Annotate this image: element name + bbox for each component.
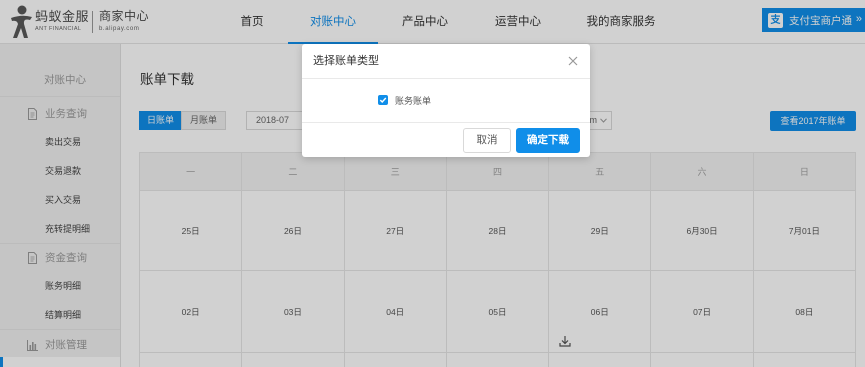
- bill-type-checkbox[interactable]: [378, 95, 388, 105]
- confirm-download-button[interactable]: 确定下载: [516, 128, 580, 153]
- dialog-title: 选择账单类型: [313, 55, 379, 67]
- select-bill-type-dialog: 选择账单类型 账务账单 取消 确定下载: [302, 44, 590, 157]
- dialog-divider: [302, 122, 590, 123]
- close-icon[interactable]: [568, 56, 578, 66]
- dialog-divider: [302, 78, 590, 79]
- check-icon: [379, 97, 387, 104]
- bill-type-label: 账务账单: [395, 95, 432, 106]
- cancel-button[interactable]: 取消: [463, 128, 511, 153]
- bill-type-option[interactable]: 账务账单: [378, 93, 431, 107]
